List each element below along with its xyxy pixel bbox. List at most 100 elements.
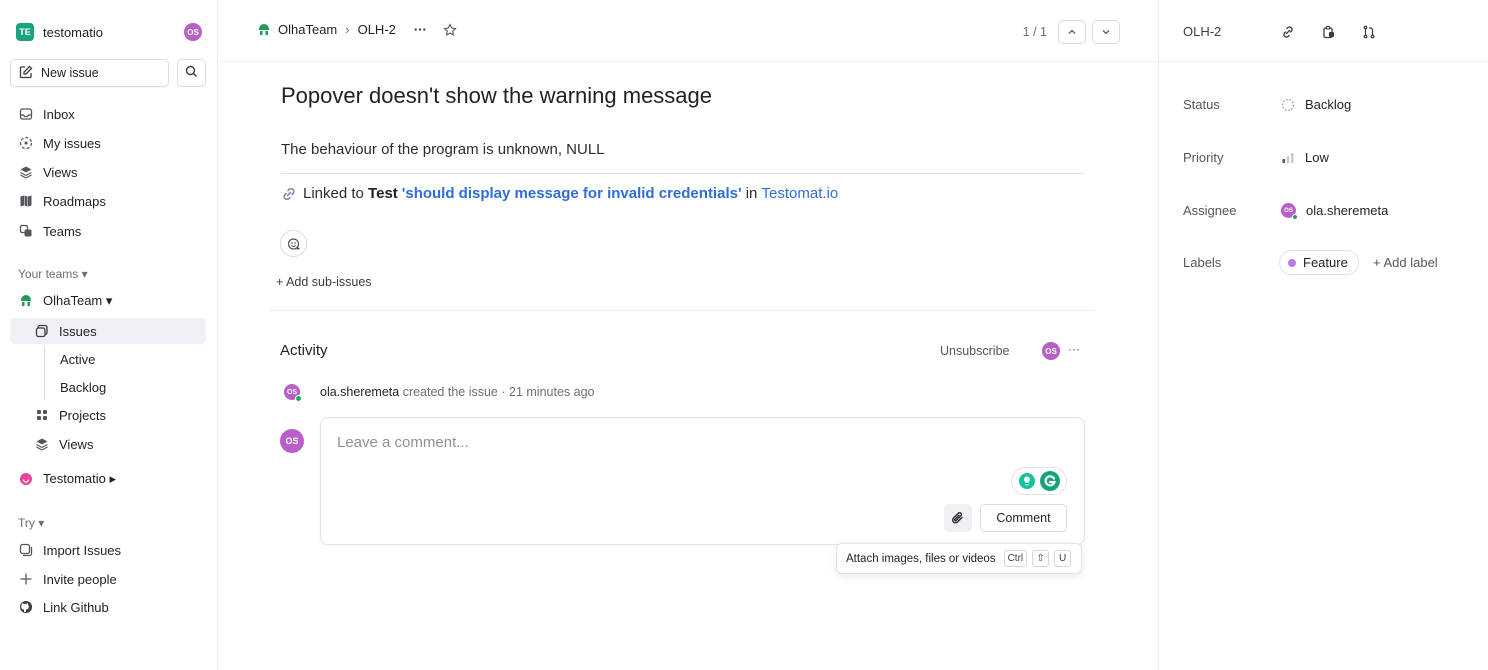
team-nav-issues[interactable]: Issues <box>10 318 206 344</box>
panel-issue-id: OLH-2 <box>1183 24 1222 39</box>
try-invite-people[interactable]: Invite people <box>10 566 206 592</box>
try-link-github[interactable]: Link Github <box>10 594 206 620</box>
nav-roadmaps[interactable]: Roadmaps <box>10 188 206 214</box>
nav-my-issues[interactable]: My issues <box>10 130 206 156</box>
add-sub-issues-button[interactable]: + Add sub-issues <box>276 275 372 289</box>
description-divider <box>281 173 1084 174</box>
grammarly-icon <box>1039 470 1061 492</box>
issue-title[interactable]: Popover doesn't show the warning message <box>281 83 712 109</box>
try-import-issues[interactable]: Import Issues <box>10 537 206 563</box>
issues-icon <box>34 323 50 339</box>
team-olhateam[interactable]: OlhaTeam ▾ <box>10 288 206 314</box>
add-label-button[interactable]: + Add label <box>1373 255 1438 270</box>
attach-tooltip: Attach images, files or videos Ctrl ⇧ U <box>836 543 1082 574</box>
subscriber-avatar[interactable]: OS <box>1042 342 1060 360</box>
try-section[interactable]: Try ▾ <box>18 516 44 530</box>
github-icon <box>18 599 34 615</box>
previous-issue-button[interactable] <box>1058 20 1086 44</box>
grid-icon <box>34 407 50 423</box>
kbd-ctrl: Ctrl <box>1003 550 1028 567</box>
status-label: Status <box>1183 97 1220 112</box>
attach-button[interactable] <box>944 504 972 532</box>
add-reaction-button[interactable] <box>280 230 307 257</box>
event-text: created the issue · <box>399 385 509 399</box>
nav-views[interactable]: Views <box>10 159 206 185</box>
breadcrumb: OlhaTeam › OLH-2 ··· <box>257 22 457 37</box>
comment-user-avatar: OS <box>280 429 304 453</box>
priority-low-icon <box>1281 151 1295 165</box>
team-nav-projects-label: Projects <box>59 407 106 423</box>
git-branch-icon[interactable] <box>1361 24 1377 40</box>
activity-event: OS ola.sheremeta created the issue · 21 … <box>284 384 595 402</box>
label-color-dot <box>1288 258 1296 267</box>
nav-teams[interactable]: Teams <box>10 218 206 244</box>
favorite-star-icon[interactable] <box>443 22 457 37</box>
team-nav-backlog[interactable]: Backlog <box>10 374 206 400</box>
layers-icon <box>18 164 34 180</box>
your-teams-section[interactable]: Your teams ▾ <box>18 267 88 281</box>
event-time: 21 minutes ago <box>509 385 595 399</box>
try-import-issues-label: Import Issues <box>43 542 122 558</box>
comment-placeholder[interactable]: Leave a comment... <box>337 434 469 451</box>
testomatio-team-icon <box>18 471 34 487</box>
more-options-button[interactable]: ··· <box>414 22 427 37</box>
layers-icon <box>34 436 50 452</box>
copy-id-icon[interactable] <box>1321 24 1337 40</box>
try-invite-people-label: Invite people <box>43 571 117 587</box>
assignee-label: Assignee <box>1183 203 1237 218</box>
import-icon <box>18 542 34 558</box>
linked-prefix: Linked to <box>303 185 369 202</box>
team-testomatio[interactable]: Testomatio ▸ <box>10 466 206 492</box>
issue-header: OlhaTeam › OLH-2 ··· 1 / 1 <box>219 0 1157 62</box>
team-icon <box>257 23 271 37</box>
breadcrumb-issue-id[interactable]: OLH-2 <box>358 22 396 37</box>
nav-my-issues-label: My issues <box>43 135 101 151</box>
issue-properties-panel: OLH-2 Status Backlog Priority Low Assign… <box>1158 0 1488 670</box>
link-icon <box>281 186 297 202</box>
status-value[interactable]: Backlog <box>1281 97 1351 112</box>
section-divider <box>270 310 1094 311</box>
search-button[interactable] <box>177 59 206 87</box>
team-nav-views[interactable]: Views <box>10 431 206 457</box>
event-user[interactable]: ola.sheremeta <box>320 385 399 399</box>
kbd-shift: ⇧ <box>1032 550 1050 567</box>
assignee-value[interactable]: OS ola.sheremeta <box>1281 203 1389 220</box>
breadcrumb-separator: › <box>345 22 350 37</box>
nav-roadmaps-label: Roadmaps <box>43 193 106 209</box>
map-icon <box>18 193 34 209</box>
team-icon <box>18 293 34 309</box>
activity-more-button[interactable]: ··· <box>1068 342 1080 356</box>
sidebar: TE testomatio OS New issue Inbox My issu… <box>0 0 218 670</box>
plus-icon <box>18 571 34 587</box>
new-issue-button[interactable]: New issue <box>10 59 169 87</box>
event-user-initials: OS <box>286 388 298 396</box>
team-nav-backlog-label: Backlog <box>60 379 107 395</box>
labels-label: Labels <box>1183 255 1222 270</box>
next-issue-button[interactable] <box>1092 20 1120 44</box>
assignee-text: ola.sheremeta <box>1306 203 1389 218</box>
label-chip-feature[interactable]: Feature <box>1279 250 1359 275</box>
user-avatar[interactable]: OS <box>184 23 202 41</box>
compose-icon <box>19 65 33 82</box>
linked-in: in <box>741 185 762 202</box>
linked-test-name[interactable]: 'should display message for invalid cred… <box>402 185 742 202</box>
teams-icon <box>18 223 34 239</box>
issue-description[interactable]: The behaviour of the program is unknown,… <box>281 141 605 158</box>
priority-label: Priority <box>1183 150 1224 165</box>
new-issue-label: New issue <box>41 66 99 80</box>
team-nav-projects[interactable]: Projects <box>10 402 206 428</box>
workspace-switcher[interactable]: TE testomatio OS <box>16 22 202 42</box>
my-issues-icon <box>18 135 34 151</box>
copy-link-icon[interactable] <box>1280 24 1296 40</box>
linked-test: Linked to Test 'should display message f… <box>281 185 838 202</box>
priority-value[interactable]: Low <box>1281 150 1329 165</box>
activity-heading: Activity <box>280 342 328 359</box>
linked-target[interactable]: Testomat.io <box>762 185 839 202</box>
grammarly-widget[interactable] <box>1011 467 1067 495</box>
unsubscribe-button[interactable]: Unsubscribe <box>940 344 1009 358</box>
breadcrumb-team[interactable]: OlhaTeam <box>278 22 337 37</box>
comment-editor[interactable]: Leave a comment... Comment <box>320 417 1085 545</box>
comment-button[interactable]: Comment <box>980 504 1067 532</box>
nav-inbox[interactable]: Inbox <box>10 101 206 127</box>
team-nav-active[interactable]: Active <box>10 346 206 372</box>
